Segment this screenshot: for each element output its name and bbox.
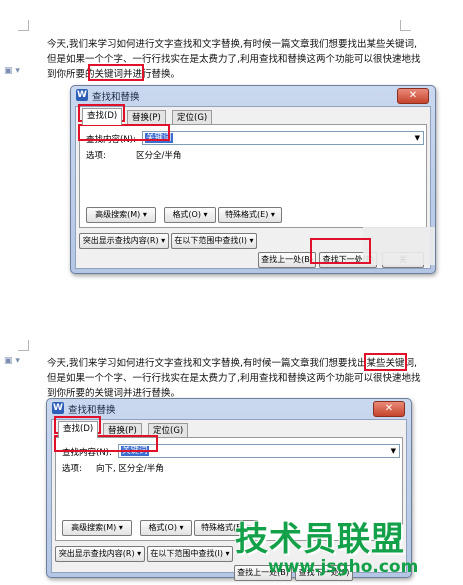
annotation-box-keyword	[88, 64, 144, 81]
window-close-button[interactable]: ✕	[397, 88, 429, 104]
crop-mark-top-left	[18, 20, 29, 31]
find-in-range-button-2[interactable]: 在以下范围中查找(I) ▾	[147, 546, 233, 562]
advanced-search-button[interactable]: 高级搜索(M) ▾	[86, 207, 156, 223]
annotation-box-find-next	[310, 238, 371, 264]
tab-goto[interactable]: 定位(G)	[172, 110, 213, 125]
crop-mark-top-right	[400, 20, 411, 31]
tab-find-2[interactable]: 查找(D)	[58, 421, 99, 438]
special-format-button[interactable]: 特殊格式(E) ▾	[218, 207, 282, 223]
dialog-title-2: 查找和替换	[68, 405, 116, 416]
dialog-titlebar-2: W 查找和替换 ✕	[47, 399, 411, 417]
crop-mark-bottom-left	[18, 340, 29, 351]
margin-icon-2: ▣ ▾	[4, 356, 20, 366]
paragraph-line-2b: 但是如果一个个字、一行行找实在是太费力了,利用查找和替换这两个功能可以很快速地找	[47, 373, 421, 384]
format-button-2[interactable]: 格式(O) ▾	[140, 520, 192, 536]
options-value-2: 向下, 区分全/半角	[96, 464, 164, 474]
find-content-input-2[interactable]: 关键词 ▼	[118, 444, 400, 458]
advanced-search-button-2[interactable]: 高级搜索(M) ▾	[62, 520, 132, 536]
highlight-results-button-2[interactable]: 突出显示查找内容(R) ▾	[55, 546, 145, 562]
margin-icon: ▣ ▾	[4, 66, 20, 76]
options-label-2: 选项:	[62, 464, 82, 474]
tab-replace[interactable]: 替换(P)	[127, 110, 166, 125]
window-close-button-2[interactable]: ✕	[373, 401, 405, 417]
find-previous-button[interactable]: 查找上一处(B)	[258, 252, 316, 268]
options-label: 选项:	[86, 151, 106, 161]
tab-find[interactable]: 查找(D)	[82, 108, 123, 125]
paragraph-line-1b: 今天,我们来学习如何进行文字查找和文字替换,有时候一篇文章我们想要找出某些关键词…	[47, 358, 418, 369]
watermark-url: www.jsgho.com	[268, 557, 419, 577]
chevron-down-icon[interactable]: ▼	[415, 134, 420, 142]
find-content-input[interactable]: 关键词 ▼	[142, 131, 424, 145]
dialog-titlebar: W 查找和替换 ✕	[71, 86, 435, 104]
find-in-range-button[interactable]: 在以下范围中查找(I) ▾	[171, 233, 257, 249]
watermark-logo-text: 技术员联盟	[235, 519, 405, 558]
wps-app-icon: W	[76, 89, 88, 101]
paragraph-line-1: 今天,我们来学习如何进行文字查找和文字替换,有时候一篇文章我们想要找出某些关键词…	[47, 39, 418, 50]
wps-app-icon: W	[52, 402, 64, 414]
highlight-results-button[interactable]: 突出显示查找内容(R) ▾	[79, 233, 169, 249]
annotation-box-found-keyword	[364, 353, 407, 371]
dialog-title: 查找和替换	[92, 92, 140, 103]
options-value: 区分全/半角	[136, 151, 182, 161]
overlay-artifact	[363, 227, 435, 265]
format-button[interactable]: 格式(O) ▾	[164, 207, 216, 223]
annotation-box-find-field	[78, 124, 170, 141]
chevron-down-icon[interactable]: ▼	[391, 447, 396, 455]
